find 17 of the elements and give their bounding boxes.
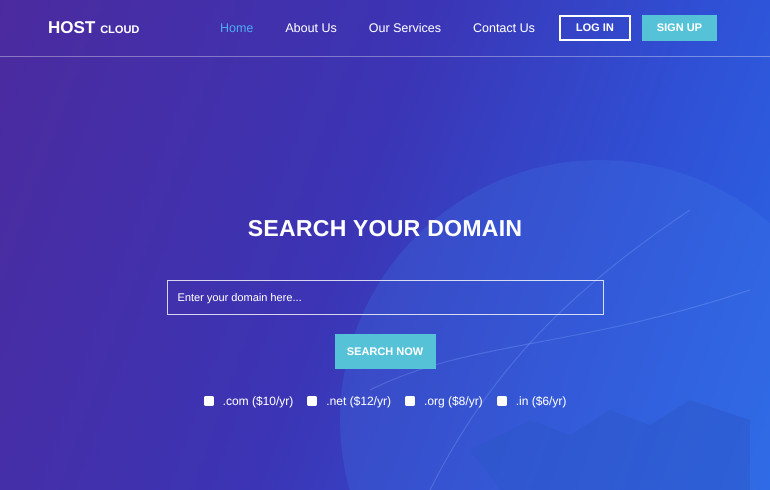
nav-link[interactable]: Contact Us <box>473 21 535 35</box>
checkbox[interactable] <box>405 396 415 406</box>
logo-suffix: CLOUD <box>100 24 140 36</box>
extension-label: .in ($6/yr) <box>516 394 566 408</box>
extension-label: .com ($10/yr) <box>222 394 294 408</box>
domain-search-field[interactable]: Enter your domain here... <box>166 280 604 315</box>
nav-link[interactable]: Our Services <box>368 21 442 35</box>
nav-link[interactable]: About Us <box>285 21 337 35</box>
extension-label: .net ($12/yr) <box>326 394 391 408</box>
logo-name: HOST <box>48 18 96 38</box>
checkbox[interactable] <box>204 396 214 406</box>
login-button[interactable]: LOG IN <box>558 15 631 41</box>
extension-label: .org ($8/yr) <box>424 394 483 408</box>
hero-title: SEARCH YOUR DOMAIN <box>248 215 522 242</box>
checkbox[interactable] <box>496 396 507 406</box>
checkbox[interactable] <box>307 396 318 406</box>
nav-link[interactable]: Home <box>220 21 254 35</box>
